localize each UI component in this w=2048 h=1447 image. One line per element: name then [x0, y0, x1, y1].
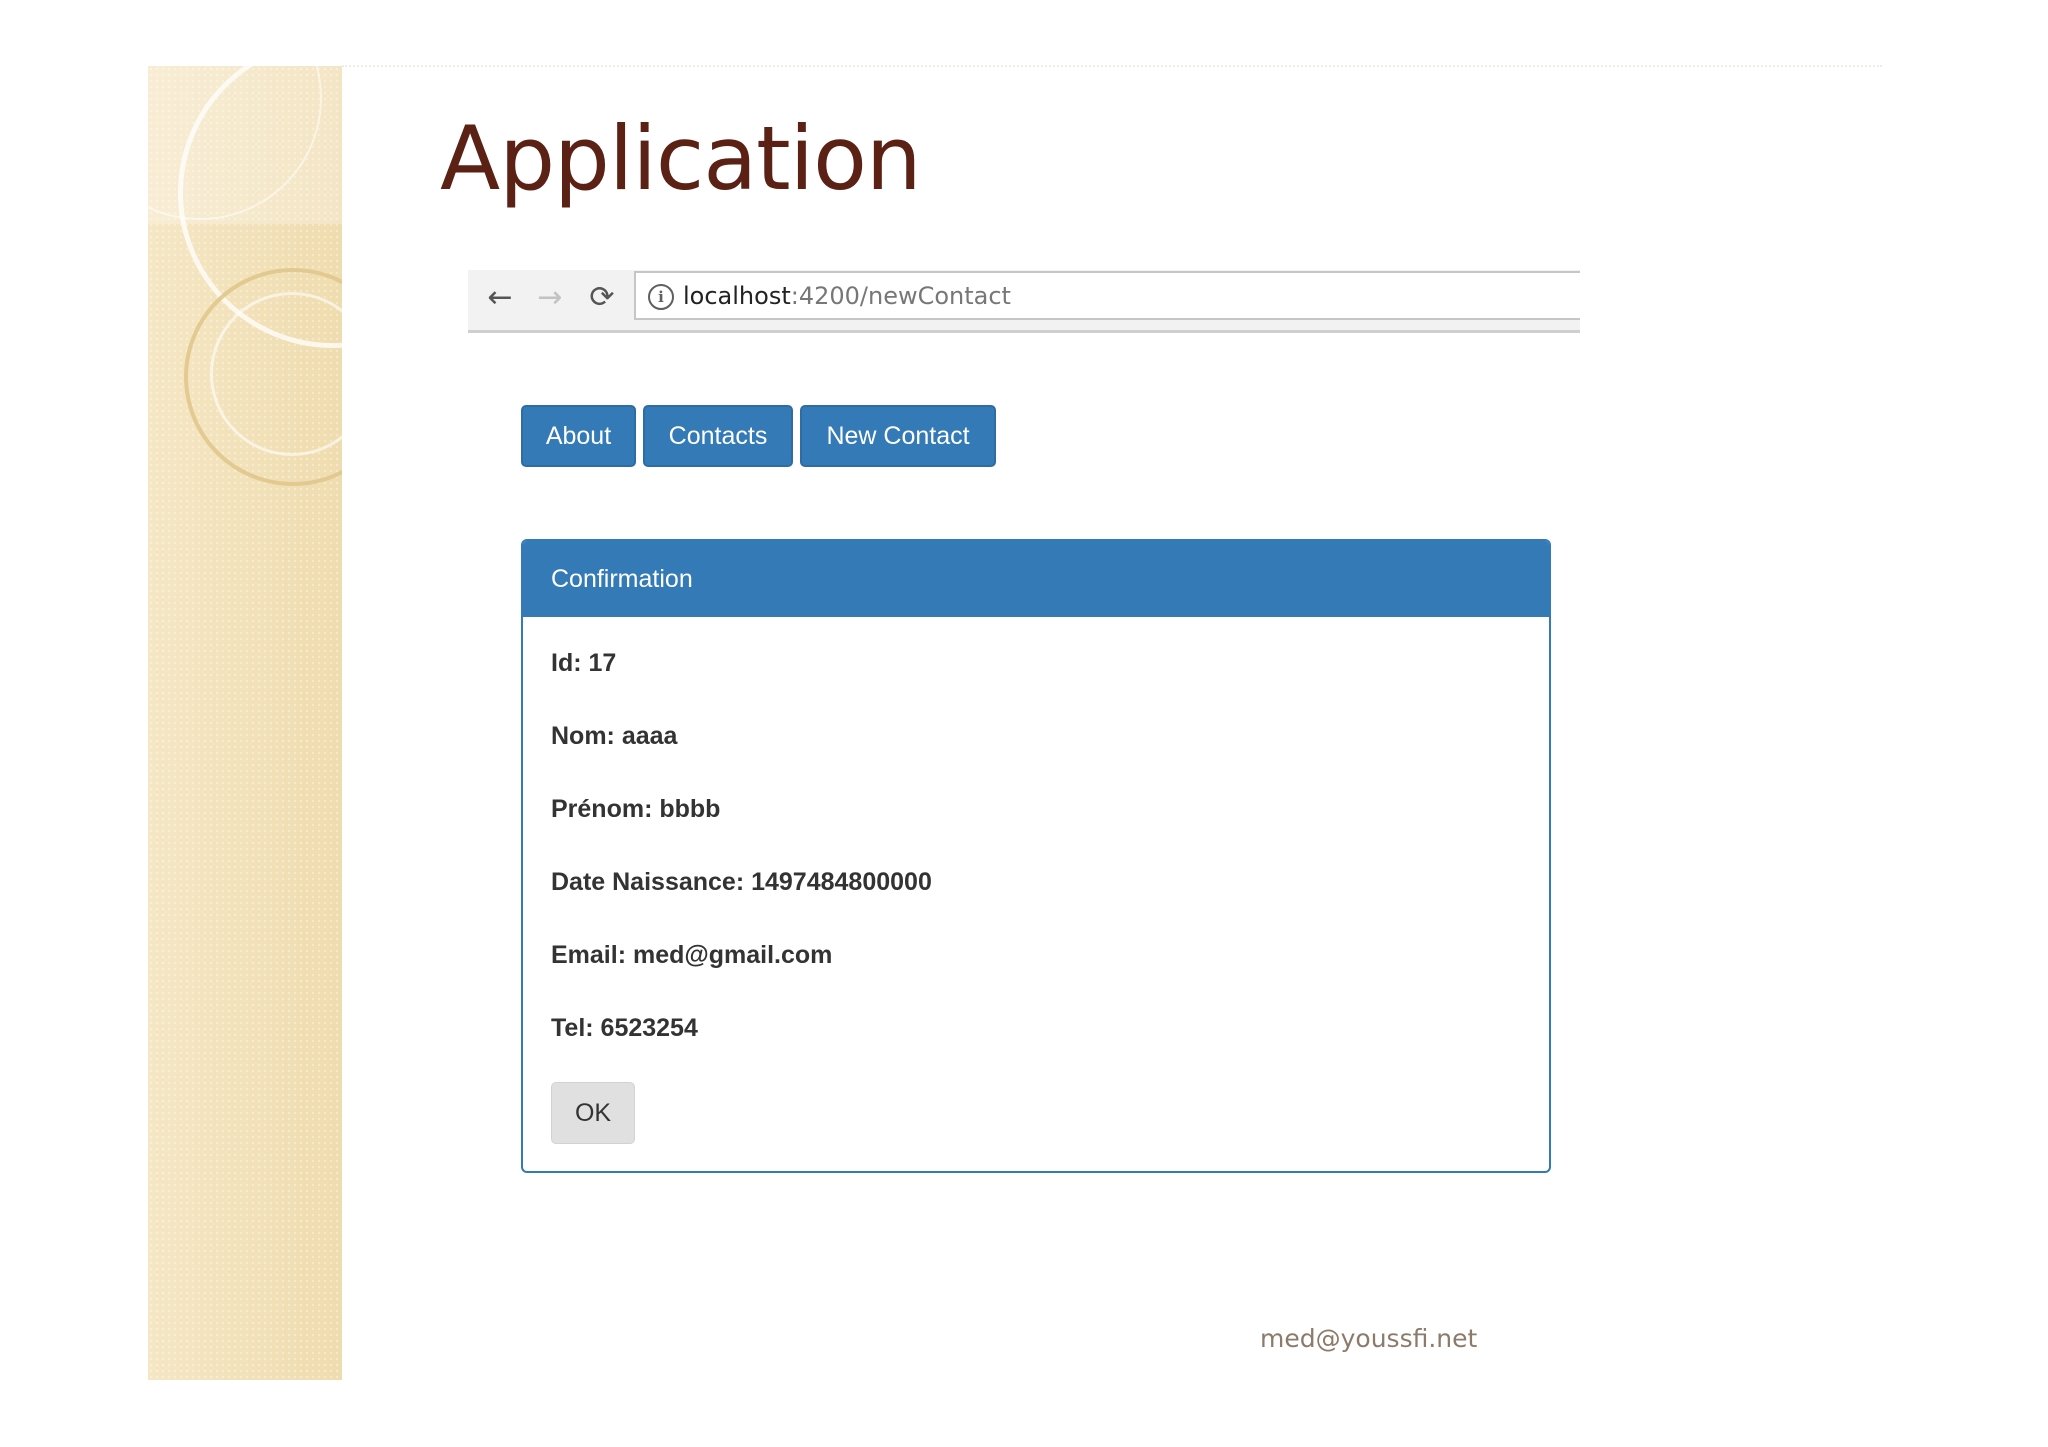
browser-address-bar: ← → ⟳ i localhost:4200/newContact [468, 270, 1580, 333]
ok-button[interactable]: OK [551, 1082, 635, 1144]
reload-icon[interactable]: ⟳ [582, 278, 622, 318]
contacts-button[interactable]: Contacts [643, 405, 793, 467]
field-tel: Tel: 6523254 [551, 1014, 698, 1042]
url-path: :4200/newContact [790, 282, 1011, 310]
footer-email: med@youssfi.net [1260, 1324, 1478, 1353]
slide-title: Application [440, 107, 922, 210]
panel-heading: Confirmation [523, 541, 1549, 617]
info-icon[interactable]: i [648, 284, 674, 310]
field-email: Email: med@gmail.com [551, 941, 833, 969]
field-date-naissance: Date Naissance: 1497484800000 [551, 868, 932, 896]
arrow-left-icon[interactable]: ← [480, 278, 520, 318]
field-id: Id: 17 [551, 649, 617, 677]
url-field[interactable]: i localhost:4200/newContact [634, 271, 1580, 320]
arrow-right-icon[interactable]: → [530, 278, 570, 318]
field-prenom: Prénom: bbbb [551, 795, 721, 823]
new-contact-button[interactable]: New Contact [800, 405, 996, 467]
url-text: localhost:4200/newContact [683, 282, 1011, 310]
about-button[interactable]: About [521, 405, 636, 467]
decorative-side-band [148, 66, 342, 1380]
top-rule [342, 65, 1882, 67]
confirmation-panel: Confirmation Id: 17 Nom: aaaa Prénom: bb… [521, 539, 1551, 1173]
field-nom: Nom: aaaa [551, 722, 678, 750]
url-host: localhost [683, 282, 791, 310]
